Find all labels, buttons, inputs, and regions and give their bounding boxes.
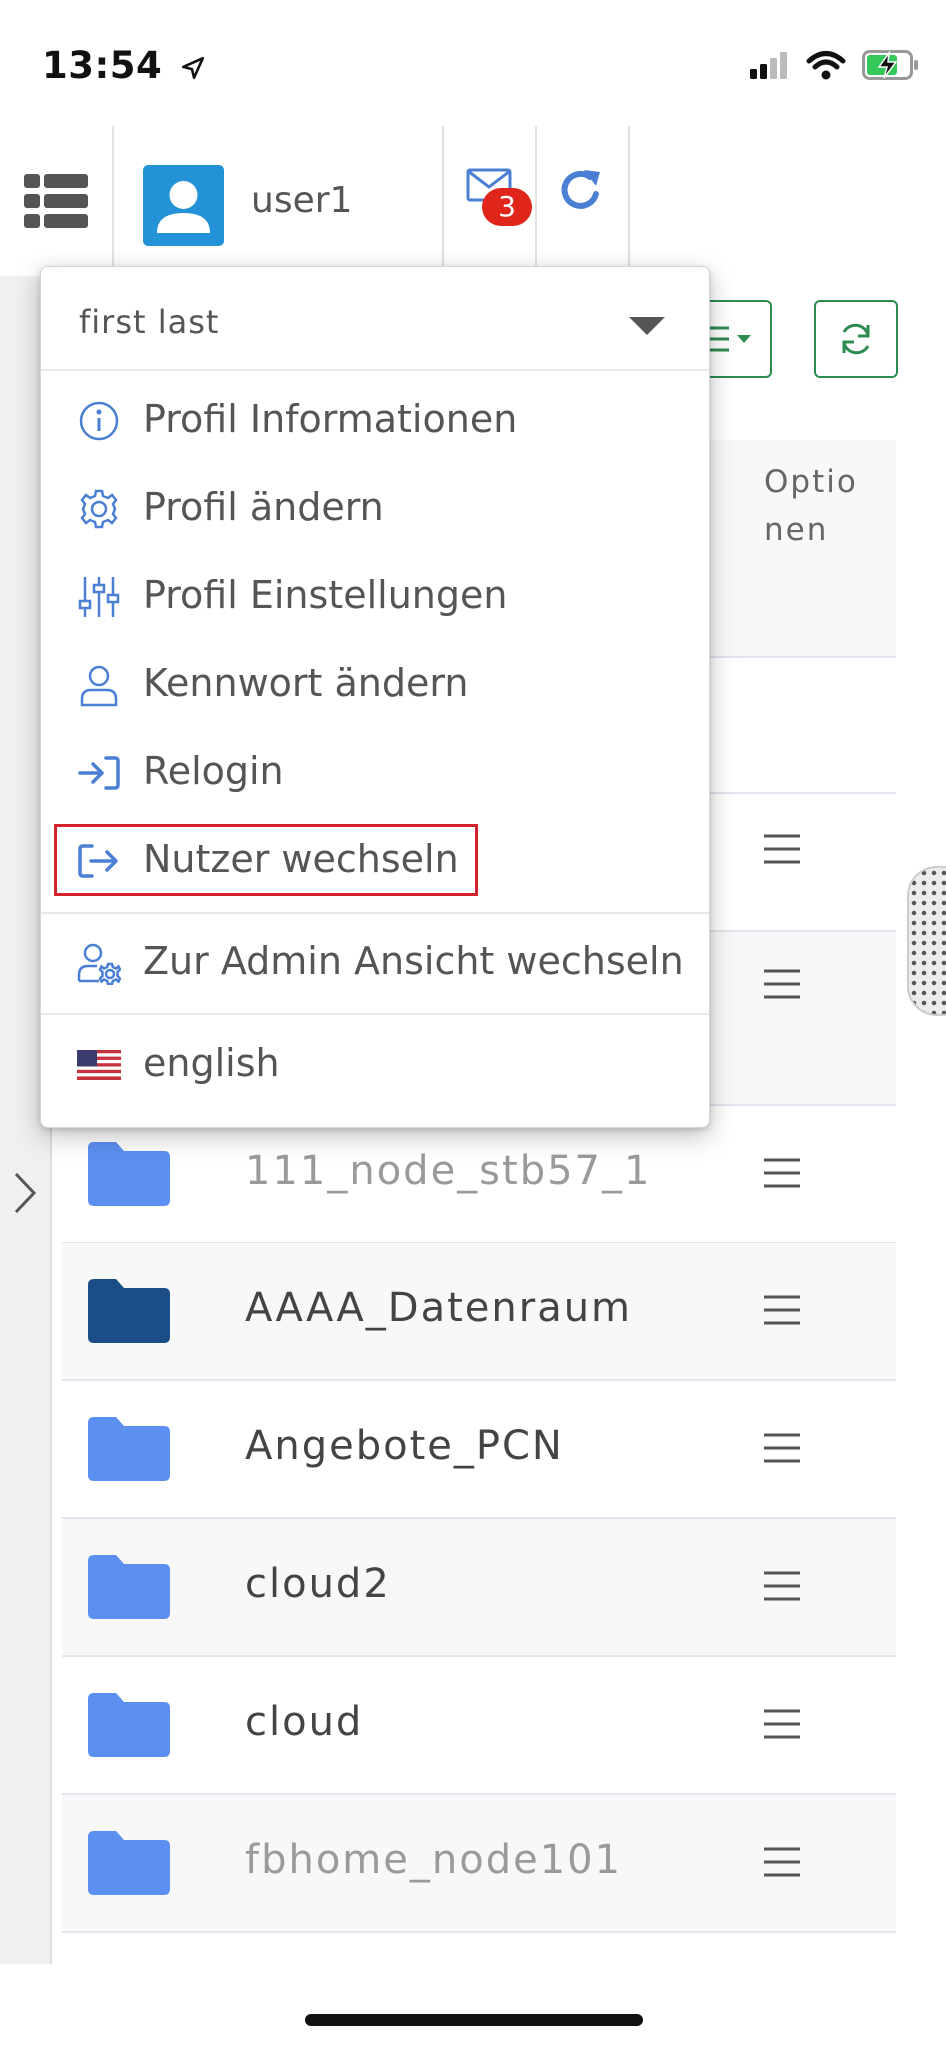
signal-icon xyxy=(750,52,787,79)
status-indicators xyxy=(748,50,920,80)
folder-name[interactable]: AAAA_Datenraum xyxy=(245,1285,632,1331)
menu-item-admin-view[interactable]: Zur Admin Ansicht wechseln xyxy=(41,921,709,1005)
location-arrow-icon xyxy=(181,56,204,79)
menu-item-profile-settings[interactable]: Profil Einstellungen xyxy=(41,555,709,639)
folder-icon[interactable] xyxy=(88,1693,170,1757)
sidebar-expand-button[interactable] xyxy=(8,1168,44,1218)
menu-item-label: english xyxy=(143,1041,280,1085)
table-row[interactable]: Angebote_PCN xyxy=(62,1381,896,1519)
table-row[interactable]: fbhome_node101 xyxy=(62,1795,896,1933)
folder-name[interactable]: 111_node_stb57_1 xyxy=(245,1148,651,1194)
folder-icon[interactable] xyxy=(88,1831,170,1895)
options-column-header: Optio nen xyxy=(764,464,858,548)
wifi-icon xyxy=(806,51,846,80)
menu-divider xyxy=(41,1013,709,1015)
folder-name[interactable]: fbhome_node101 xyxy=(245,1837,622,1883)
menu-item-label: Zur Admin Ansicht wechseln xyxy=(143,939,684,983)
menu-divider xyxy=(41,912,709,914)
time-text: 13:54 xyxy=(42,44,163,87)
header-separator xyxy=(112,126,114,266)
sign-in-icon xyxy=(78,756,120,790)
folder-icon[interactable] xyxy=(88,1555,170,1619)
sync-button[interactable] xyxy=(814,300,898,378)
status-time: 13:54 xyxy=(42,44,206,87)
unread-badge: 3 xyxy=(482,188,532,226)
refresh-icon xyxy=(561,170,600,209)
row-menu-icon[interactable] xyxy=(762,969,802,999)
menu-item-language[interactable]: english xyxy=(41,1023,709,1107)
row-menu-icon[interactable] xyxy=(762,1433,802,1463)
menu-item-relogin[interactable]: Relogin xyxy=(41,731,709,815)
dropdown-header[interactable]: first last xyxy=(41,267,709,371)
header-separator xyxy=(535,126,537,266)
user-avatar-icon xyxy=(157,181,210,233)
home-indicator[interactable] xyxy=(305,2014,643,2026)
row-menu-icon[interactable] xyxy=(762,1847,802,1877)
menu-item-profile-info[interactable]: Profil Informationen xyxy=(41,379,709,463)
highlight-box xyxy=(54,824,478,896)
folder-icon[interactable] xyxy=(88,1279,170,1343)
menu-item-change-password[interactable]: Kennwort ändern xyxy=(41,643,709,727)
menu-item-label: Profil Einstellungen xyxy=(143,573,508,617)
battery-charging-icon xyxy=(862,50,918,80)
info-circle-icon xyxy=(79,401,119,441)
table-row[interactable]: cloud xyxy=(62,1657,896,1795)
username[interactable]: user1 xyxy=(251,180,352,221)
folder-icon[interactable] xyxy=(88,1417,170,1481)
table-row[interactable]: cloud2 xyxy=(62,1519,896,1657)
refresh-button[interactable] xyxy=(558,168,606,218)
chevron-right-icon xyxy=(14,1172,37,1214)
header-separator xyxy=(442,126,444,266)
header-separator xyxy=(628,126,630,266)
caret-down-icon xyxy=(629,317,665,335)
menu-item-label: Relogin xyxy=(143,749,284,793)
menu-item-edit-profile[interactable]: Profil ändern xyxy=(41,467,709,551)
folder-name[interactable]: cloud xyxy=(245,1699,363,1745)
sync-icon xyxy=(842,323,870,355)
row-menu-icon[interactable] xyxy=(762,1295,802,1325)
menu-item-label: Profil ändern xyxy=(143,485,384,529)
folder-icon[interactable] xyxy=(88,1142,170,1206)
menu-item-label: Kennwort ändern xyxy=(143,661,469,705)
us-flag-icon xyxy=(77,1050,121,1080)
full-name: first last xyxy=(79,303,220,341)
table-row[interactable]: AAAA_Datenraum xyxy=(62,1243,896,1381)
menu-list-icon xyxy=(24,174,88,228)
menu-item-label: Profil Informationen xyxy=(143,397,518,441)
avatar[interactable] xyxy=(143,165,224,246)
row-menu-icon[interactable] xyxy=(762,834,802,864)
row-menu-icon[interactable] xyxy=(762,1571,802,1601)
user-gear-icon xyxy=(77,943,121,985)
user-outline-icon xyxy=(80,665,118,707)
main-menu-button[interactable] xyxy=(24,174,88,228)
gear-icon xyxy=(80,489,118,529)
scroll-drag-handle[interactable] xyxy=(907,866,946,1016)
folder-name[interactable]: cloud2 xyxy=(245,1561,391,1607)
row-menu-icon[interactable] xyxy=(762,1158,802,1188)
row-menu-icon[interactable] xyxy=(762,1709,802,1739)
sliders-icon xyxy=(78,577,120,617)
folder-name[interactable]: Angebote_PCN xyxy=(245,1423,564,1469)
user-dropdown-menu: first last Profil Informationen Profil ä… xyxy=(40,266,710,1128)
